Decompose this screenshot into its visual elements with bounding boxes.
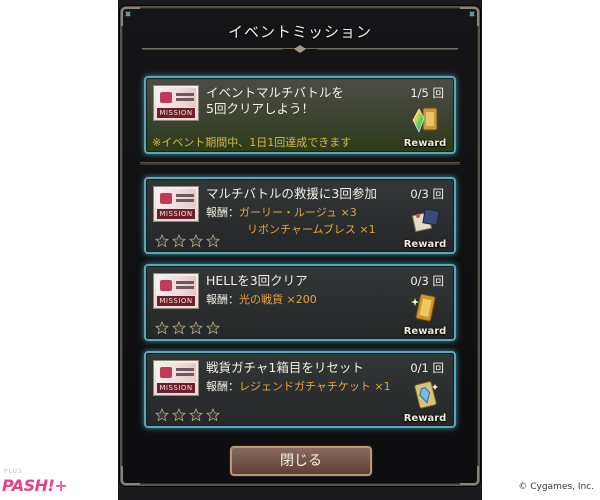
event-banner-icon (156, 189, 196, 208)
corner-ornament-icon (120, 6, 142, 28)
mission-thumbnail: MISSION (153, 360, 199, 396)
mission-thumbnail: MISSION (153, 273, 199, 309)
mission-thumb-label: MISSION (157, 296, 195, 306)
star-empty-icon (172, 321, 186, 335)
star-empty-icon (189, 234, 203, 248)
event-banner-icon (156, 363, 196, 382)
mission-title: マルチバトルの救援に3回参加 (206, 186, 377, 201)
reward-key: 報酬： (206, 206, 239, 219)
star-empty-icon (155, 321, 169, 335)
reward-label: Reward (403, 413, 447, 424)
star-empty-icon (155, 408, 169, 422)
star-rating (155, 408, 220, 422)
star-empty-icon (206, 321, 220, 335)
star-rating (155, 321, 220, 335)
brand-logo: PASH!+ (2, 476, 68, 495)
event-mission-dialog: イベントミッション MISSION イベントマルチバトルを 5回クリアしよう！ … (120, 6, 480, 486)
mission-thumbnail: MISSION (153, 186, 199, 222)
mission-thumbnail: MISSION (153, 85, 199, 121)
mission-item[interactable]: MISSION イベントマルチバトルを 5回クリアしよう！ 1/5 回 ※イベン… (144, 76, 456, 154)
corner-ornament-icon (120, 464, 142, 486)
copyright-text: © Cygames, Inc. (518, 482, 594, 492)
reward-value: レジェンドガチャチケット ×1 (239, 380, 391, 393)
mission-progress: 0/3 回 (410, 274, 444, 288)
gold-card-icon (411, 293, 436, 322)
mission-note: ※イベント期間中、1日1回達成できます (152, 136, 352, 149)
reward-key: 報酬： (206, 380, 239, 393)
mission-progress: 0/1 回 (410, 361, 444, 375)
brand-sub: PLUS (4, 468, 23, 475)
reward-label: Reward (403, 239, 447, 250)
mission-title: HELLを3回クリア (206, 273, 308, 288)
mission-progress: 0/3 回 (410, 187, 444, 201)
outfit-items-icon (411, 208, 440, 233)
reward-key: 報酬： (206, 293, 239, 306)
star-empty-icon (172, 234, 186, 248)
mission-list: MISSION イベントマルチバトルを 5回クリアしよう！ 1/5 回 ※イベン… (140, 76, 460, 438)
mission-thumb-label: MISSION (157, 108, 195, 118)
reward-text: 報酬：光の戦貨 ×200 (206, 292, 317, 308)
mission-item[interactable]: MISSION HELLを3回クリア 0/3 回 報酬：光の戦貨 ×200 Re… (144, 264, 456, 341)
event-banner-icon (156, 88, 196, 107)
dialog-header: イベントミッション (142, 14, 458, 53)
reward-value: ガーリー・ルージュ ×3 (239, 206, 357, 219)
reward-label: Reward (403, 138, 447, 149)
mission-progress: 1/5 回 (410, 86, 444, 100)
reward-button[interactable]: Reward (402, 105, 448, 149)
section-divider (140, 162, 460, 165)
brand-name: PASH! (2, 476, 55, 495)
reward-label: Reward (403, 326, 447, 337)
reward-text: 報酬：ガーリー・ルージュ ×3 (206, 205, 357, 221)
star-empty-icon (172, 408, 186, 422)
mission-item[interactable]: MISSION 戦貨ガチャ1箱目をリセット 0/1 回 報酬：レジェンドガチャチ… (144, 351, 456, 428)
brand-plus: + (54, 476, 68, 495)
reward-button[interactable]: Reward (402, 206, 448, 250)
rainbow-crystal-and-ticket-icon (412, 107, 438, 133)
dialog-title: イベントミッション (227, 22, 372, 41)
star-empty-icon (189, 408, 203, 422)
reward-button[interactable]: Reward (402, 293, 448, 337)
reward-button[interactable]: Reward (402, 380, 448, 424)
star-empty-icon (189, 321, 203, 335)
legend-ticket-icon (414, 381, 438, 409)
reward-value: 光の戦貨 ×200 (239, 293, 317, 306)
star-empty-icon (206, 408, 220, 422)
star-empty-icon (206, 234, 220, 248)
mission-title: イベントマルチバトルを 5回クリアしよう！ (206, 85, 344, 116)
event-banner-icon (156, 276, 196, 295)
corner-ornament-icon (458, 464, 480, 486)
star-empty-icon (155, 234, 169, 248)
mission-thumb-label: MISSION (157, 383, 195, 393)
reward-text: 報酬：レジェンドガチャチケット ×1 (206, 379, 391, 395)
mission-title: 戦貨ガチャ1箱目をリセット (206, 360, 364, 375)
star-rating (155, 234, 220, 248)
close-button[interactable]: 閉じる (230, 446, 372, 476)
mission-thumb-label: MISSION (157, 209, 195, 219)
reward-value-secondary: リボンチャームブレス ×1 (247, 223, 376, 236)
mission-item[interactable]: MISSION マルチバトルの救援に3回参加 0/3 回 報酬：ガーリー・ルージ… (144, 177, 456, 254)
corner-ornament-icon (458, 6, 480, 28)
header-ornament-icon (142, 45, 458, 53)
